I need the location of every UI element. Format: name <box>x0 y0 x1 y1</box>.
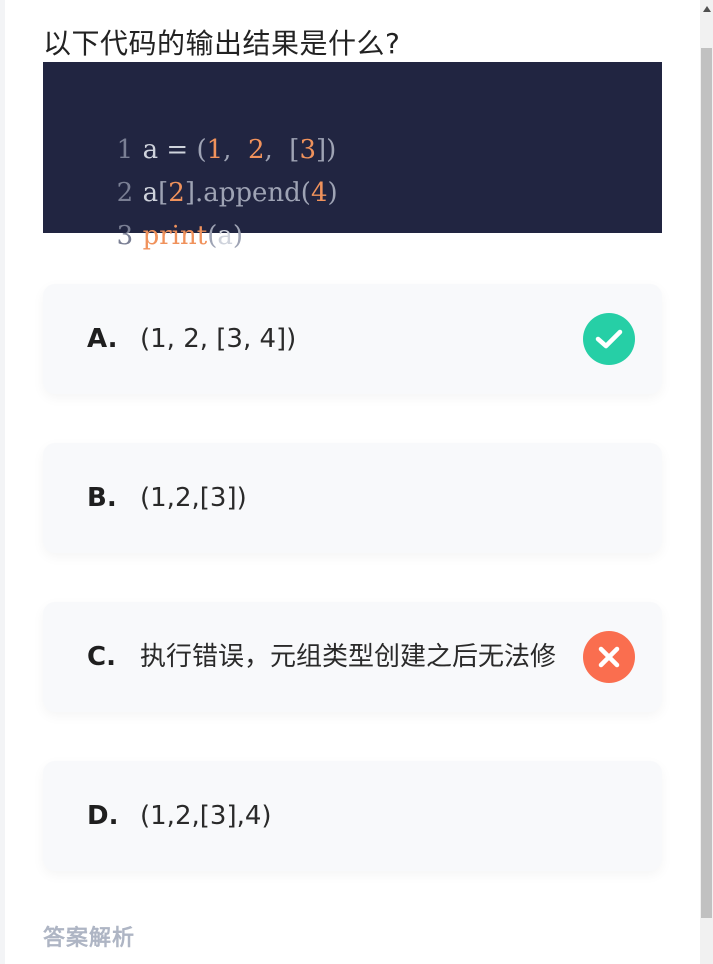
scroll-up-arrow-icon[interactable] <box>703 6 711 12</box>
code-token: 3 <box>299 135 316 165</box>
option-c[interactable]: C. 执行错误，元组类型创建之后无法修 <box>43 602 662 712</box>
code-token: a <box>142 178 159 208</box>
option-d[interactable]: D. (1,2,[3],4) <box>43 761 662 871</box>
option-letter: A. <box>87 324 118 354</box>
code-token: , <box>223 135 248 165</box>
x-circle-icon <box>583 631 635 683</box>
option-b[interactable]: B. (1,2,[3]) <box>43 443 662 553</box>
code-token: [ <box>158 178 169 208</box>
line-number: 3 <box>116 221 134 251</box>
code-token: ]) <box>315 135 337 165</box>
code-token: print <box>142 221 208 251</box>
option-a[interactable]: A. (1, 2, [3, 4]) <box>43 284 662 394</box>
code-token: [ <box>289 135 300 165</box>
option-letter: B. <box>87 483 117 513</box>
vertical-scrollbar[interactable] <box>700 0 713 964</box>
code-line-1: 1a = (1, 2, [3]) <box>67 86 662 165</box>
line-number: 1 <box>116 135 134 165</box>
check-circle-icon <box>583 313 635 365</box>
code-token: a <box>142 135 159 165</box>
code-token: 1 <box>206 135 224 165</box>
option-text: (1,2,[3],4) <box>140 801 272 831</box>
code-token: ) <box>232 221 244 251</box>
code-token: ) <box>327 178 338 208</box>
code-token: ].append( <box>184 178 311 208</box>
code-token: = <box>158 135 197 165</box>
code-block: 1a = (1, 2, [3]) 2 a[2].append(4) 3 print(… <box>43 62 662 251</box>
option-letter: C. <box>87 642 116 672</box>
code-token: ( <box>196 135 207 165</box>
code-token: 4 <box>310 178 328 208</box>
code-token: 2 <box>247 135 265 165</box>
option-text: 执行错误，元组类型创建之后无法修 <box>140 642 557 672</box>
question-title: 以下代码的输出结果是什么? <box>43 27 401 60</box>
code-token: , <box>264 135 290 165</box>
code-token: 2 <box>168 178 185 208</box>
code-token: a <box>217 221 233 251</box>
line-number: 2 <box>116 178 134 208</box>
option-text: (1,2,[3]) <box>140 483 247 513</box>
option-letter: D. <box>87 801 119 831</box>
question-page: 以下代码的输出结果是什么? 1a = (1, 2, [3]) 2 a[2].app… <box>5 0 700 964</box>
option-text: (1, 2, [3, 4]) <box>140 324 297 354</box>
code-token: ( <box>207 221 218 251</box>
scrollbar-thumb[interactable] <box>701 48 712 918</box>
analysis-heading: 答案解析 <box>43 926 136 951</box>
